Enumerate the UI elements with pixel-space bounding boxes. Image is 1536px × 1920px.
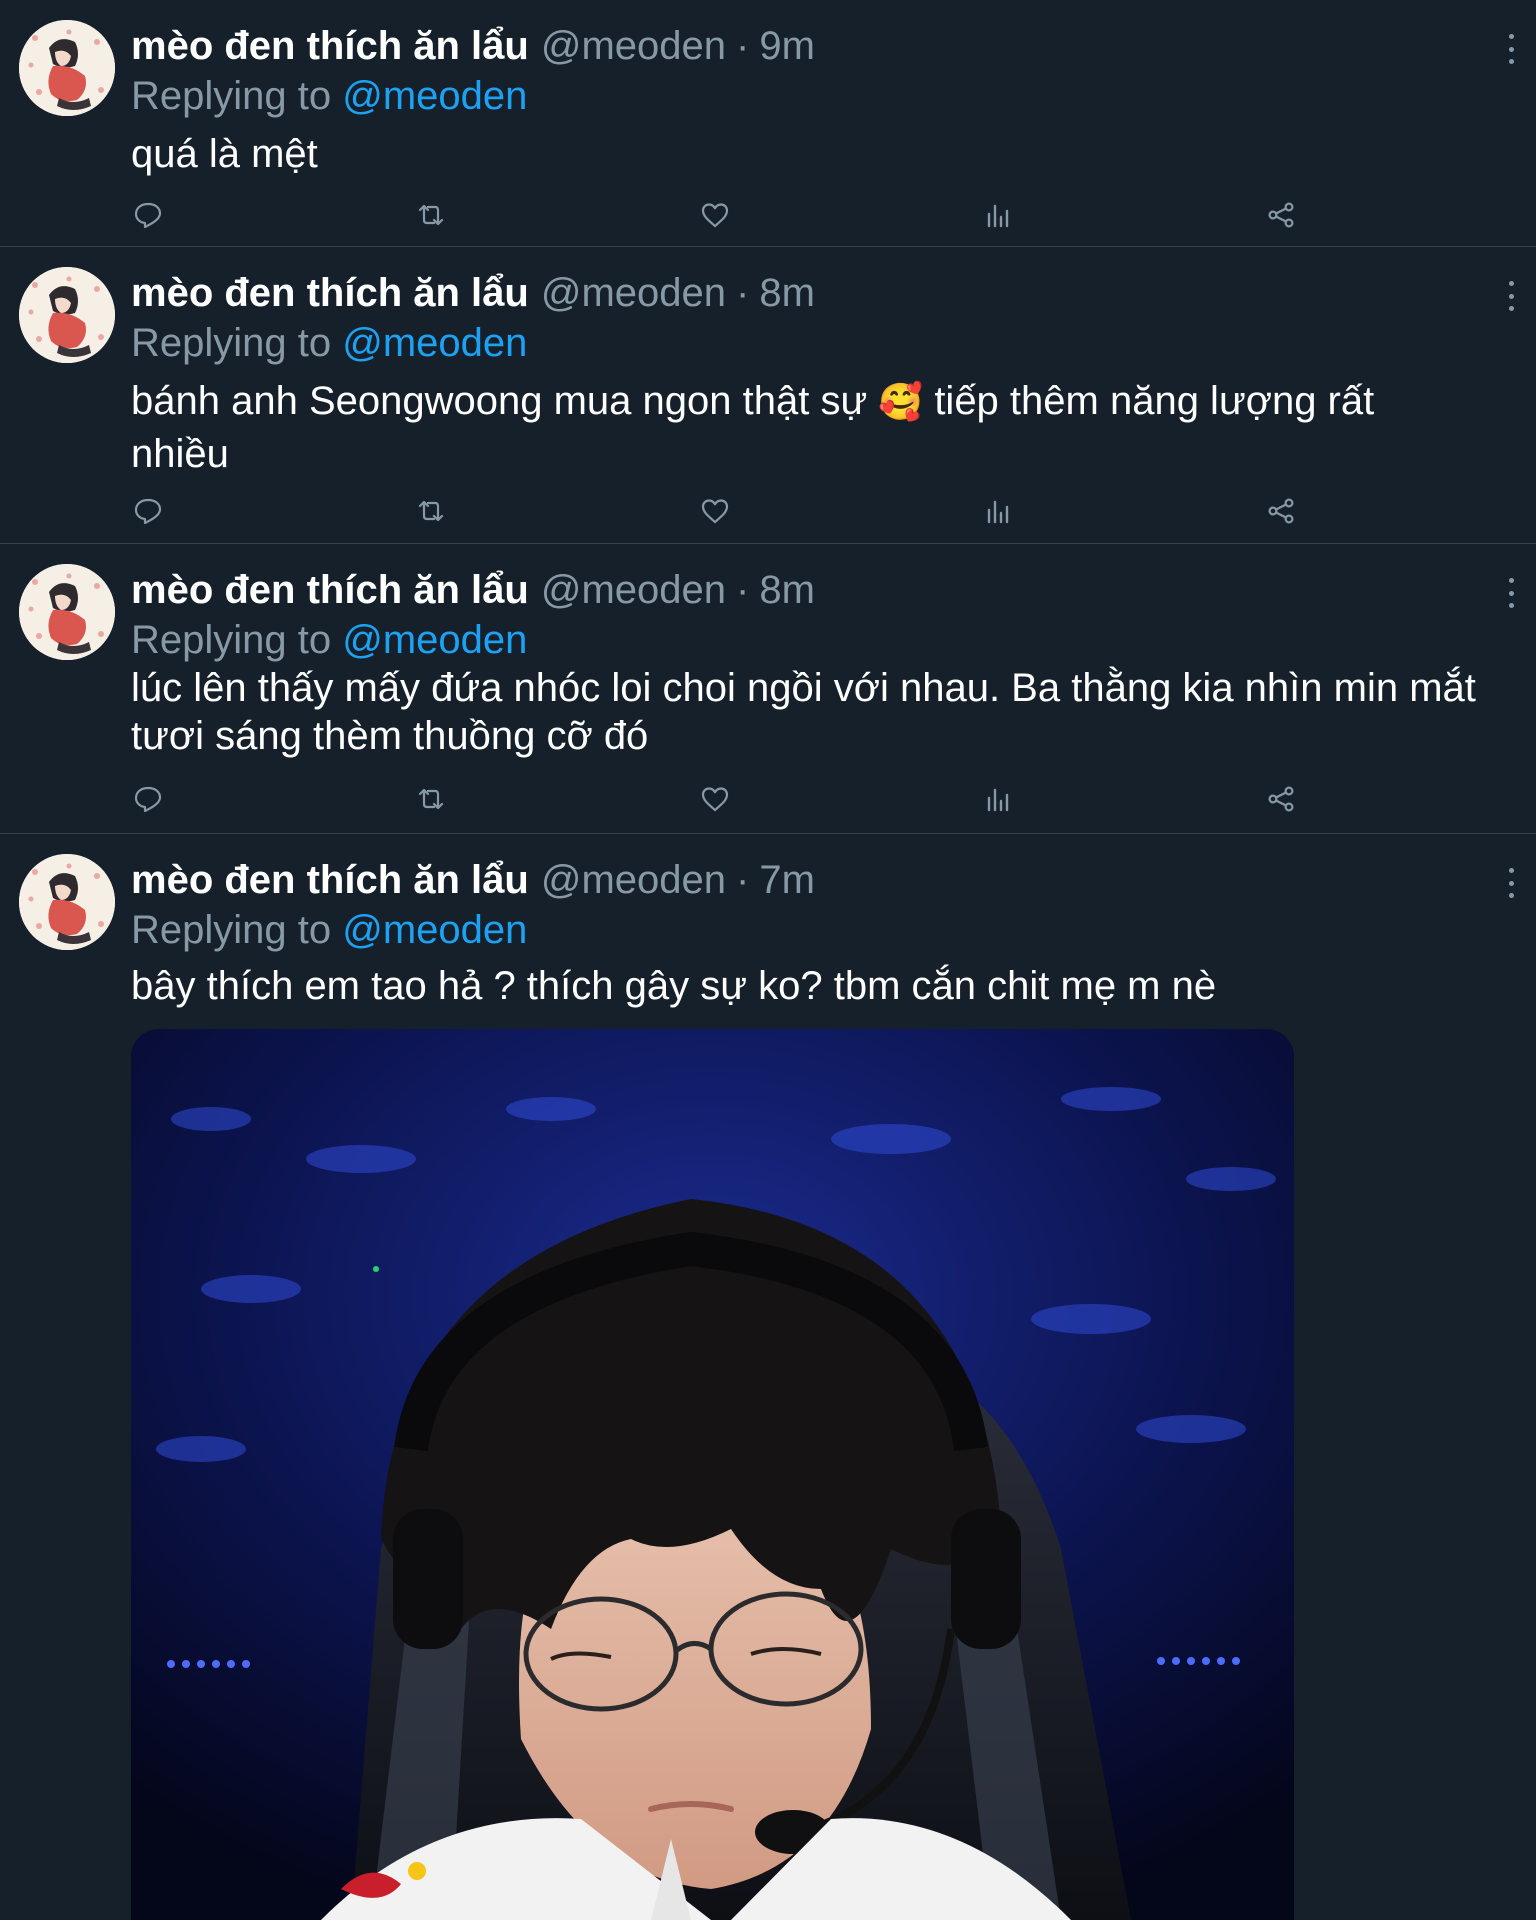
timestamp[interactable]: 7m [759, 858, 815, 902]
author-handle[interactable]: @meoden [541, 271, 726, 315]
tweet-header: mèo đen thích ăn lẩu @meoden · 9m [131, 20, 815, 72]
tweet-actions [131, 782, 1301, 818]
tweet-text: lúc lên thấy mấy đứa nhóc loi choi ngồi … [131, 666, 1476, 758]
tweet-header: mèo đen thích ăn lẩu @meoden · 7m [131, 854, 815, 906]
timestamp[interactable]: 8m [759, 568, 815, 612]
replying-to: Replying to @meoden [131, 72, 527, 120]
tweet-text: bây thích em tao hả ? thích gây sự ko? t… [131, 964, 1217, 1008]
share-icon[interactable] [1264, 198, 1298, 232]
like-icon[interactable] [698, 782, 732, 816]
avatar[interactable] [19, 20, 115, 116]
tweet-text: bánh anh Seongwoong mua ngon thật sự 🥰 t… [131, 375, 1476, 480]
separator-dot: · [736, 858, 750, 902]
more-icon[interactable] [1504, 34, 1518, 64]
tweet[interactable]: mèo đen thích ăn lẩu @meoden · 8m Replying … [0, 544, 1536, 834]
avatar[interactable] [19, 854, 115, 950]
share-icon[interactable] [1264, 494, 1298, 528]
like-icon[interactable] [698, 494, 732, 528]
tweet-text-part: bánh anh Seongwoong mua ngon thật sự [131, 379, 868, 423]
analytics-icon[interactable] [981, 198, 1015, 232]
author-name[interactable]: mèo đen thích ăn lẩu [131, 568, 529, 612]
reply-icon[interactable] [131, 782, 165, 816]
author-name[interactable]: mèo đen thích ăn lẩu [131, 271, 529, 315]
mention-link[interactable]: @meoden [342, 321, 527, 365]
share-icon[interactable] [1264, 782, 1298, 816]
author-handle[interactable]: @meoden [541, 858, 726, 902]
like-icon[interactable] [698, 198, 732, 232]
replying-prefix: Replying to [131, 618, 332, 662]
timeline: mèo đen thích ăn lẩu @meoden · 9m Replying … [0, 0, 1536, 1920]
tweet-actions [131, 198, 1301, 234]
replying-prefix: Replying to [131, 908, 332, 952]
timestamp[interactable]: 9m [759, 24, 815, 68]
author-name[interactable]: mèo đen thích ăn lẩu [131, 24, 529, 68]
more-icon[interactable] [1504, 281, 1518, 311]
reply-icon[interactable] [131, 198, 165, 232]
more-icon[interactable] [1504, 868, 1518, 898]
analytics-icon[interactable] [981, 782, 1015, 816]
timestamp[interactable]: 8m [759, 271, 815, 315]
tweet[interactable]: mèo đen thích ăn lẩu @meoden · 9m Replying … [0, 0, 1536, 247]
separator-dot: · [736, 271, 750, 315]
analytics-icon[interactable] [981, 494, 1015, 528]
avatar[interactable] [19, 564, 115, 660]
replying-to: Replying to @meoden [131, 906, 527, 954]
retweet-icon[interactable] [414, 494, 448, 528]
replying-to: Replying to @meoden [131, 616, 527, 664]
replying-prefix: Replying to [131, 321, 332, 365]
separator-dot: · [736, 24, 750, 68]
mention-link[interactable]: @meoden [342, 74, 527, 118]
retweet-icon[interactable] [414, 782, 448, 816]
smiling-hearts-emoji-icon: 🥰 [878, 381, 924, 422]
separator-dot: · [736, 568, 750, 612]
replying-prefix: Replying to [131, 74, 332, 118]
replying-to: Replying to @meoden [131, 319, 527, 367]
mention-link[interactable]: @meoden [342, 908, 527, 952]
tweet-text: quá là mệt [131, 132, 318, 176]
tweet-media-image[interactable] [131, 1029, 1294, 1920]
author-handle[interactable]: @meoden [541, 568, 726, 612]
tweet-header: mèo đen thích ăn lẩu @meoden · 8m [131, 564, 815, 616]
more-icon[interactable] [1504, 578, 1518, 608]
mention-link[interactable]: @meoden [342, 618, 527, 662]
author-name[interactable]: mèo đen thích ăn lẩu [131, 858, 529, 902]
tweet-actions [131, 494, 1301, 530]
reply-icon[interactable] [131, 494, 165, 528]
tweet-header: mèo đen thích ăn lẩu @meoden · 8m [131, 267, 815, 319]
avatar[interactable] [19, 267, 115, 363]
tweet[interactable]: mèo đen thích ăn lẩu @meoden · 8m Replying … [0, 247, 1536, 544]
author-handle[interactable]: @meoden [541, 24, 726, 68]
retweet-icon[interactable] [414, 198, 448, 232]
